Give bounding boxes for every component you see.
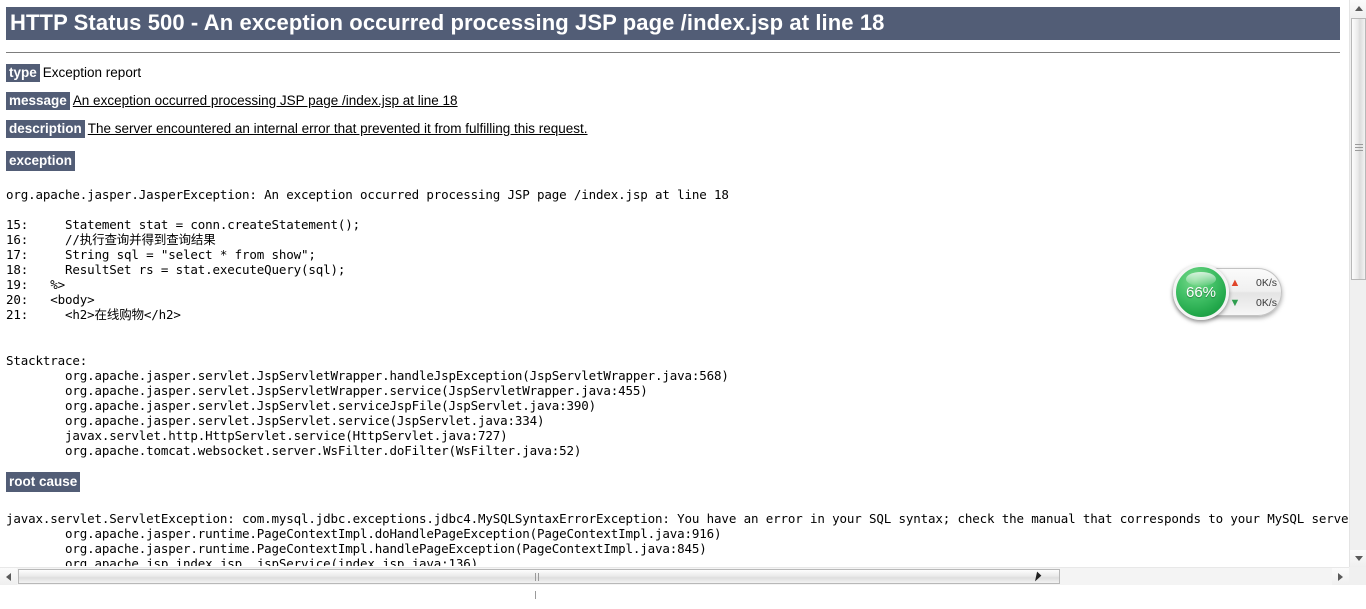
download-arrow-icon: ▼ bbox=[1229, 296, 1241, 309]
root-cause-block-container: javax.servlet.ServletException: com.mysq… bbox=[6, 511, 1349, 566]
stacktrace-detail: Stacktrace: org.apache.jasper.servlet.Js… bbox=[6, 353, 729, 458]
scrollbar-corner bbox=[1349, 567, 1366, 585]
chevron-right-icon bbox=[1338, 572, 1343, 581]
field-description-label: description bbox=[6, 120, 85, 138]
chevron-up-icon bbox=[1354, 6, 1363, 11]
exception-detail: org.apache.jasper.JasperException: An ex… bbox=[6, 187, 729, 322]
scroll-right-button[interactable] bbox=[1332, 568, 1349, 585]
cpu-usage-orb[interactable]: 66% bbox=[1173, 264, 1229, 320]
vertical-scrollbar-thumb[interactable] bbox=[1351, 18, 1366, 280]
field-exception: exception bbox=[6, 151, 1349, 171]
error-page: HTTP Status 500 - An exception occurred … bbox=[0, 0, 1349, 566]
scrollbar-grip-icon-h bbox=[535, 573, 543, 599]
chevron-left-icon bbox=[6, 572, 11, 581]
speed-rows: ▲ 0K/s ▼ 0K/s bbox=[1229, 273, 1281, 313]
field-type-value: Exception report bbox=[42, 65, 142, 80]
scrollbar-grip-icon bbox=[1355, 144, 1363, 154]
usage-percent-label: 66% bbox=[1185, 283, 1217, 301]
scroll-down-button[interactable] bbox=[1350, 550, 1366, 567]
field-type: type Exception report bbox=[6, 64, 1349, 82]
horizontal-scrollbar[interactable] bbox=[0, 567, 1349, 599]
field-message-value: An exception occurred processing JSP pag… bbox=[72, 93, 458, 108]
field-root-cause-label: root cause bbox=[6, 472, 81, 492]
upload-row: ▲ 0K/s bbox=[1229, 273, 1281, 293]
upload-arrow-icon: ▲ bbox=[1229, 276, 1241, 289]
scroll-left-button[interactable] bbox=[0, 568, 17, 585]
stacktrace-block-container: Stacktrace: org.apache.jasper.servlet.Js… bbox=[6, 353, 1349, 458]
download-rate-label: 0K/s bbox=[1255, 297, 1277, 309]
field-exception-label: exception bbox=[6, 151, 76, 171]
vertical-scrollbar[interactable] bbox=[1349, 0, 1366, 585]
page-viewport: HTTP Status 500 - An exception occurred … bbox=[0, 0, 1349, 566]
header-divider bbox=[6, 52, 1340, 53]
scroll-up-button[interactable] bbox=[1350, 0, 1366, 17]
field-type-label: type bbox=[6, 64, 40, 82]
network-speed-widget[interactable]: 66% ▲ 0K/s ▼ 0K/s bbox=[1173, 264, 1282, 320]
root-cause-detail: javax.servlet.ServletException: com.mysq… bbox=[6, 511, 1349, 566]
download-row: ▼ 0K/s bbox=[1229, 293, 1281, 313]
field-root-cause: root cause bbox=[6, 472, 1349, 492]
field-message-label: message bbox=[6, 92, 70, 110]
page-title: HTTP Status 500 - An exception occurred … bbox=[6, 7, 1340, 40]
field-message: message An exception occurred processing … bbox=[6, 92, 1349, 110]
field-description-value: The server encountered an internal error… bbox=[87, 121, 588, 136]
field-description: description The server encountered an int… bbox=[6, 120, 1349, 138]
horizontal-scrollbar-thumb[interactable] bbox=[18, 569, 1060, 599]
upload-rate-label: 0K/s bbox=[1255, 277, 1277, 289]
exception-block-container: org.apache.jasper.JasperException: An ex… bbox=[6, 187, 1349, 337]
chevron-down-icon bbox=[1354, 556, 1363, 561]
